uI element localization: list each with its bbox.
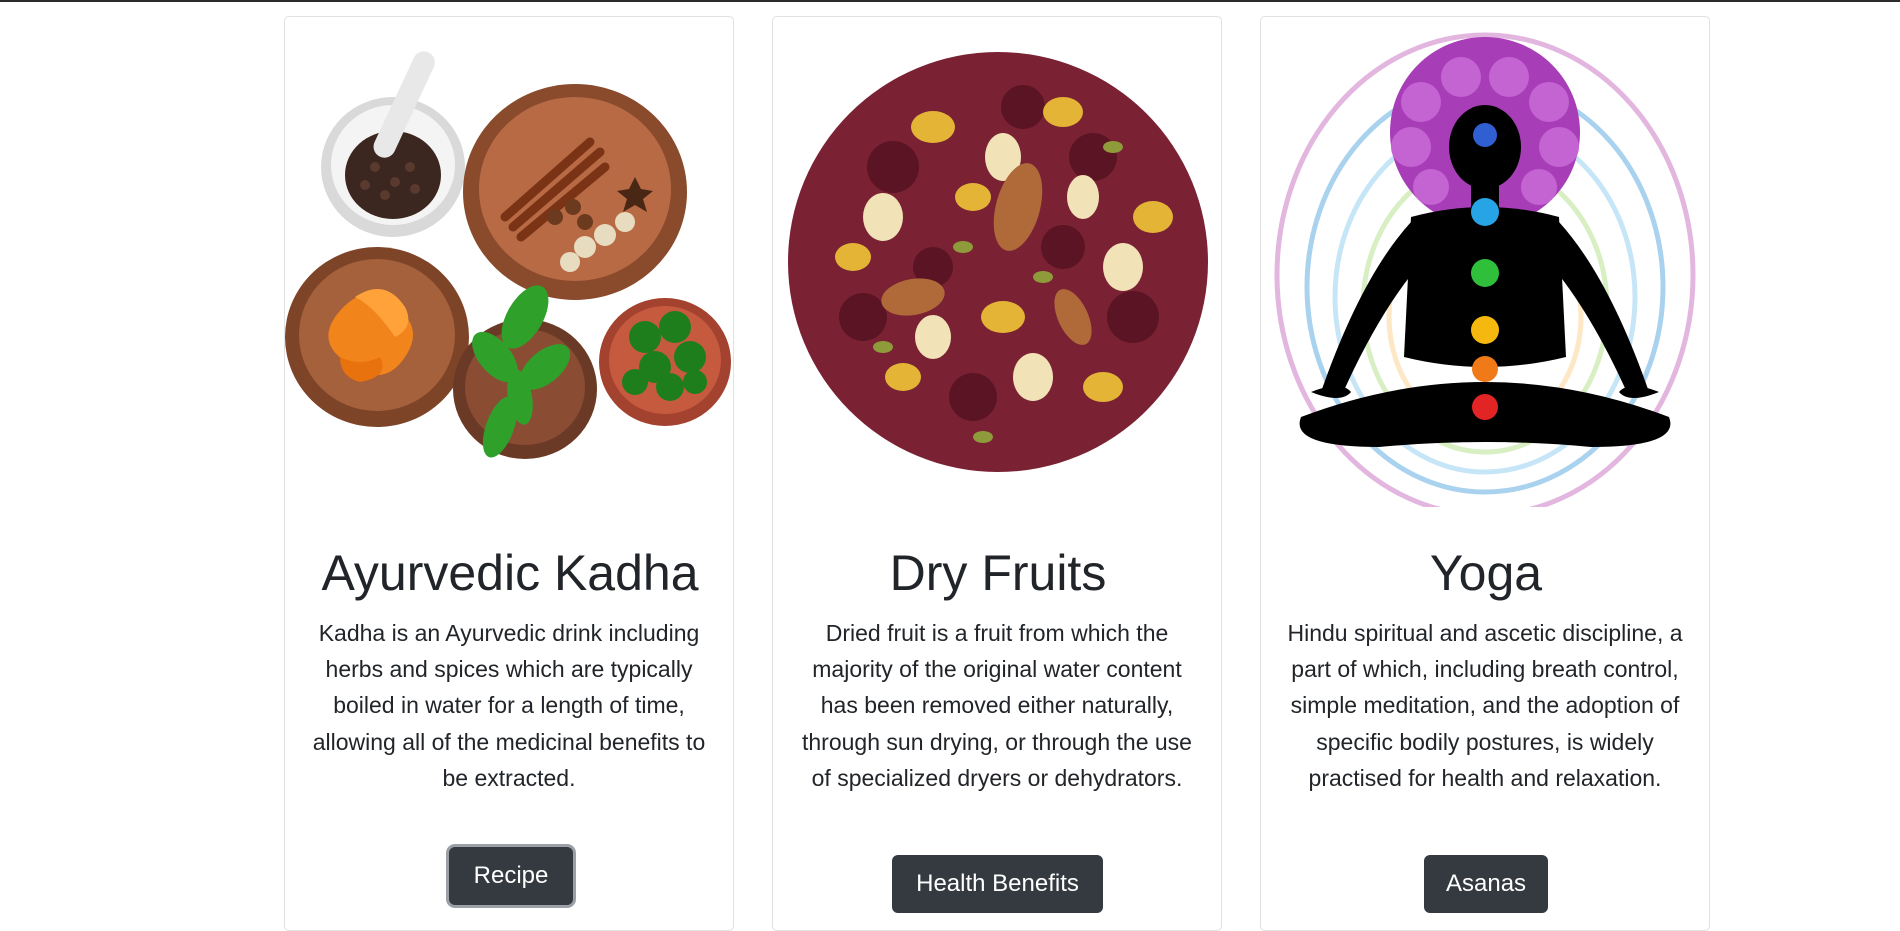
dry-fruits-image — [773, 17, 1221, 507]
card-title: Yoga — [1429, 545, 1543, 601]
card-yoga: Yoga Hindu spiritual and ascetic discipl… — [1260, 16, 1710, 931]
asanas-button[interactable]: Asanas — [1424, 855, 1548, 913]
yoga-meditation-image — [1261, 17, 1709, 507]
card-description: Dried fruit is a fruit from which the ma… — [802, 620, 1192, 791]
recipe-button[interactable]: Recipe — [449, 847, 573, 905]
card-dry-fruits: Dry Fruits Dried fruit is a fruit from w… — [772, 16, 1222, 931]
card-ayurvedic-kadha: Ayurvedic Kadha Kadha is an Ayurvedic dr… — [284, 16, 734, 931]
card-title: Ayurvedic Kadha — [321, 545, 699, 601]
health-benefits-button[interactable]: Health Benefits — [892, 855, 1103, 913]
card-title: Dry Fruits — [889, 545, 1107, 601]
card-description: Hindu spiritual and ascetic discipline, … — [1287, 620, 1683, 791]
top-border — [0, 0, 1900, 2]
kadha-spices-image — [285, 17, 733, 507]
card-description: Kadha is an Ayurvedic drink including he… — [312, 620, 706, 791]
